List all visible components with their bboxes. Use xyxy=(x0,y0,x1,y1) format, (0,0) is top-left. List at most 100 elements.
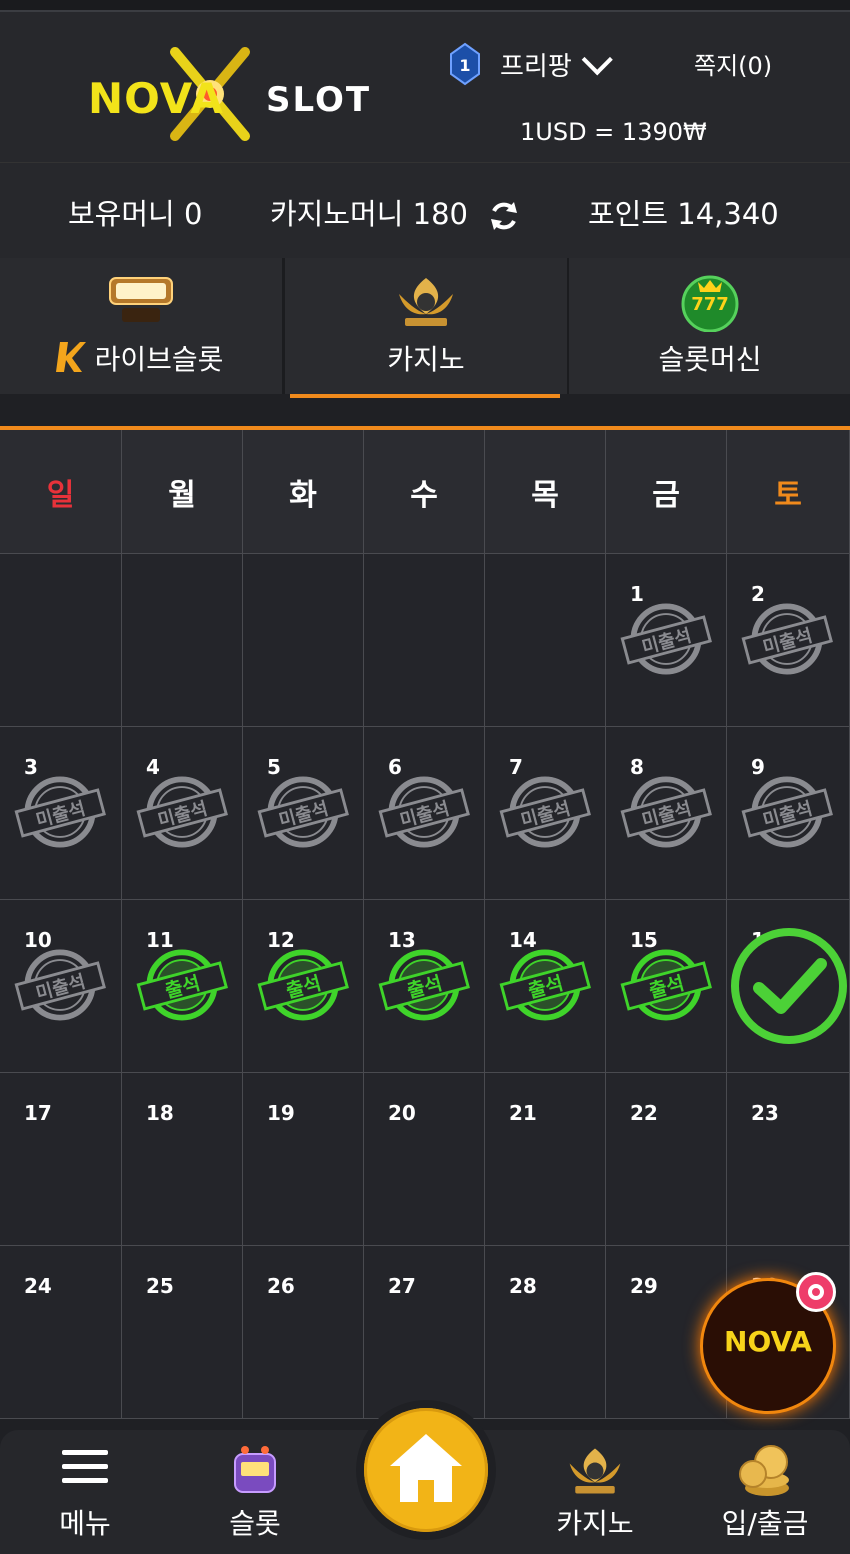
bottom-nav-label: 입/출금 xyxy=(721,1507,809,1540)
weekday-header: 목 xyxy=(485,430,606,554)
absent-stamp-icon: 미출석 xyxy=(741,776,833,848)
weekday-header: 토 xyxy=(727,430,850,554)
bottom-nav-label: 메뉴 xyxy=(59,1507,111,1540)
calendar-day-cell[interactable]: 15 출석 xyxy=(606,900,727,1073)
nav-label: 라이브슬롯 xyxy=(94,343,224,376)
calendar-day-cell[interactable]: 12 출석 xyxy=(243,900,364,1073)
record-indicator-icon[interactable] xyxy=(796,1272,836,1312)
points-balance: 포인트 14,340 xyxy=(588,197,779,231)
bottom-nav-label: 카지노 xyxy=(556,1507,634,1540)
attended-stamp-icon: 출석 xyxy=(499,949,591,1021)
calendar-day-cell[interactable]: 20 xyxy=(364,1073,485,1246)
calendar-day-cell[interactable]: 5 미출석 xyxy=(243,727,364,900)
hidden-month-header xyxy=(0,394,850,426)
floating-logo-text: NOVA xyxy=(724,1325,812,1358)
calendar-day-cell[interactable]: 27 xyxy=(364,1246,485,1419)
weekday-label: 목 xyxy=(531,477,559,513)
calendar-day-cell[interactable]: 18 xyxy=(122,1073,243,1246)
level-number: 1 xyxy=(459,56,470,75)
day-number: 24 xyxy=(24,1274,52,1298)
weekday-label: 일 xyxy=(46,477,75,513)
home-button-face xyxy=(364,1408,488,1532)
absent-stamp-icon: 미출석 xyxy=(741,603,833,675)
live-slot-icon xyxy=(109,277,173,322)
today-check-icon xyxy=(731,928,847,1044)
bottom-nav-casino[interactable]: 카지노 xyxy=(510,1430,680,1554)
calendar-day-cell[interactable]: 24 xyxy=(0,1246,122,1419)
nav-casino[interactable]: 카지노 xyxy=(285,258,567,394)
nav-slot-machine[interactable]: 777 슬롯머신 xyxy=(569,258,850,394)
calendar-day-cell[interactable]: 3 미출석 xyxy=(0,727,122,900)
calendar-day-cell[interactable]: 7 미출석 xyxy=(485,727,606,900)
calendar-day-cell[interactable]: 9 미출석 xyxy=(727,727,850,900)
balance-bar: 보유머니 0 카지노머니 180 포인트 14,340 xyxy=(0,162,850,259)
logo-text: NOVA xyxy=(88,74,224,123)
calendar-day-cell[interactable]: 17 xyxy=(0,1073,122,1246)
refresh-icon[interactable] xyxy=(487,199,521,233)
absent-stamp-icon: 미출석 xyxy=(136,776,228,848)
messages-link[interactable]: 쪽지(0) xyxy=(694,46,772,81)
calendar-day-cell[interactable]: 6 미출석 xyxy=(364,727,485,900)
attended-stamp-icon: 출석 xyxy=(620,949,712,1021)
day-number: 25 xyxy=(146,1274,174,1298)
weekday-label: 토 xyxy=(774,477,802,513)
calendar-day-cell[interactable]: 22 xyxy=(606,1073,727,1246)
calendar-day-cell xyxy=(0,554,122,727)
svg-text:777: 777 xyxy=(691,294,729,315)
absent-stamp-icon: 미출석 xyxy=(499,776,591,848)
calendar-day-cell[interactable]: 19 xyxy=(243,1073,364,1246)
casino-balance-group: 카지노머니 180 xyxy=(270,191,521,233)
username: 프리팡 xyxy=(500,51,572,82)
calendar-day-cell[interactable]: 26 xyxy=(243,1246,364,1419)
cash-balance: 보유머니 0 xyxy=(68,197,203,231)
calendar-day-cell[interactable]: 21 xyxy=(485,1073,606,1246)
app-header: NOVA SLOT 1 프리팡 쪽지(0) 1USD = 1390₩ xyxy=(0,12,850,162)
weekday-label: 수 xyxy=(410,477,438,513)
home-icon xyxy=(390,1434,462,1502)
attended-stamp-icon: 출석 xyxy=(257,949,349,1021)
calendar-day-cell[interactable]: 2 미출석 xyxy=(727,554,850,727)
casino-balance: 카지노머니 180 xyxy=(270,197,468,231)
day-number: 18 xyxy=(146,1101,174,1125)
calendar-day-cell[interactable]: 1 미출석 xyxy=(606,554,727,727)
day-number: 22 xyxy=(630,1101,658,1125)
home-button[interactable] xyxy=(356,1400,496,1540)
day-number: 26 xyxy=(267,1274,295,1298)
user-menu[interactable]: 1 프리팡 xyxy=(448,42,613,86)
calendar-day-cell xyxy=(243,554,364,727)
day-number: 29 xyxy=(630,1274,658,1298)
nav-live-slot[interactable]: 라이브슬롯 xyxy=(0,258,282,394)
bottom-nav-menu[interactable]: 메뉴 xyxy=(0,1430,170,1554)
calendar-day-cell[interactable]: 14 출석 xyxy=(485,900,606,1073)
calendar-day-cell[interactable]: 16 xyxy=(727,900,850,1073)
calendar-day-cell[interactable]: 13 출석 xyxy=(364,900,485,1073)
level-badge-icon: 1 xyxy=(450,42,480,86)
nav-label: 슬롯머신 xyxy=(658,343,762,376)
calendar-day-cell[interactable]: 10 미출석 xyxy=(0,900,122,1073)
day-number: 21 xyxy=(509,1101,537,1125)
calendar-day-cell[interactable]: 28 xyxy=(485,1246,606,1419)
absent-stamp-icon: 미출석 xyxy=(378,776,470,848)
weekday-header: 월 xyxy=(122,430,243,554)
calendar-day-cell[interactable]: 8 미출석 xyxy=(606,727,727,900)
hamburger-icon xyxy=(62,1450,108,1483)
calendar-day-cell[interactable]: 11 출석 xyxy=(122,900,243,1073)
kslot-icon xyxy=(399,278,453,326)
nova-slot-logo[interactable]: NOVA SLOT xyxy=(88,47,378,152)
day-number: 27 xyxy=(388,1274,416,1298)
bottom-nav-slot[interactable]: 슬롯 xyxy=(170,1430,340,1554)
calendar-day-cell[interactable]: 4 미출석 xyxy=(122,727,243,900)
game-category-nav: 라이브슬롯 카지노 777 슬롯머신 xyxy=(0,258,850,394)
weekday-label: 금 xyxy=(652,477,680,513)
calendar-day-cell[interactable]: 23 xyxy=(727,1073,850,1246)
calendar-day-cell xyxy=(364,554,485,727)
weekday-header: 일 xyxy=(0,430,122,554)
bottom-nav-deposit[interactable]: 입/출금 xyxy=(680,1430,850,1554)
logo-subtext: SLOT xyxy=(266,80,372,120)
attended-stamp-icon: 출석 xyxy=(378,949,470,1021)
absent-stamp-icon: 미출석 xyxy=(620,603,712,675)
calendar-day-cell[interactable]: 25 xyxy=(122,1246,243,1419)
chevron-down-icon xyxy=(581,44,613,76)
777-slots-icon: 777 xyxy=(681,275,739,332)
nav-label: 카지노 xyxy=(387,343,465,376)
